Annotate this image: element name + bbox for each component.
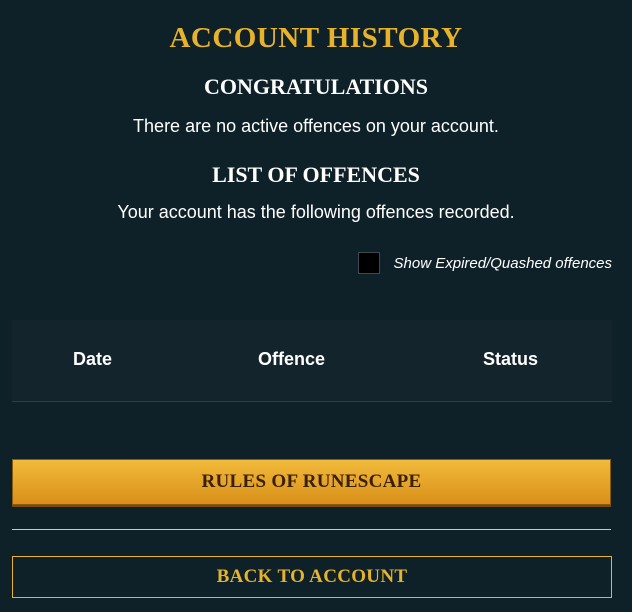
list-of-offences-heading: LIST OF OFFENCES: [212, 162, 420, 187]
column-header-date[interactable]: Date: [73, 349, 112, 370]
rules-of-runescape-button[interactable]: RULES OF RUNESCAPE: [12, 459, 611, 505]
page-title: ACCOUNT HISTORY: [169, 22, 463, 54]
offences-table: Date Offence Status: [12, 320, 612, 402]
no-active-offences-text: There are no active offences on your acc…: [133, 116, 499, 136]
offences-recorded-text: Your account has the following offences …: [117, 202, 515, 222]
column-header-offence[interactable]: Offence: [258, 349, 325, 370]
show-expired-checkbox[interactable]: [357, 252, 380, 274]
show-expired-label[interactable]: Show Expired/Quashed offences: [394, 255, 612, 272]
divider: [12, 529, 611, 530]
show-expired-filter[interactable]: Show Expired/Quashed offences: [357, 252, 612, 274]
back-to-account-button[interactable]: BACK TO ACCOUNT: [12, 556, 612, 598]
account-history-panel: ACCOUNT HISTORY CONGRATULATIONS There ar…: [0, 0, 632, 612]
column-header-status[interactable]: Status: [483, 349, 538, 370]
congratulations-heading: CONGRATULATIONS: [203, 74, 429, 99]
